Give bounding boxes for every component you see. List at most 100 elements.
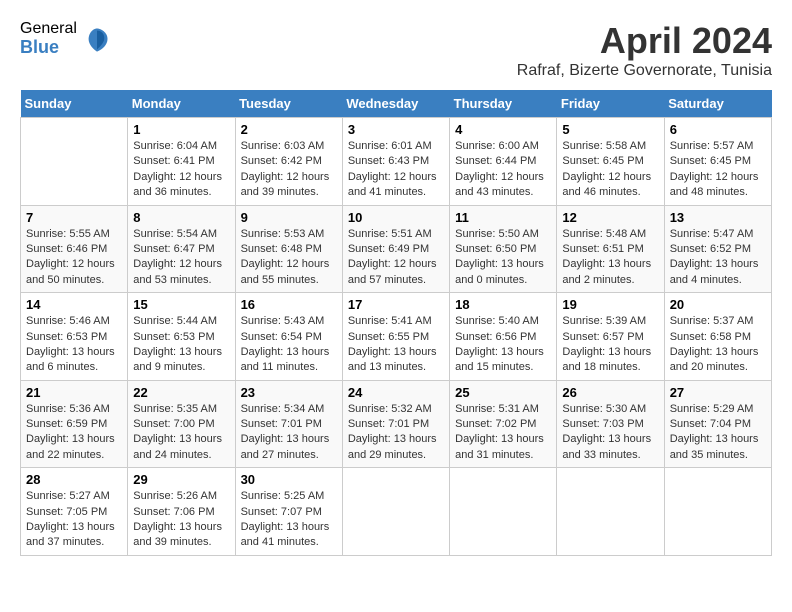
day-info: Daylight: 12 hours [348, 257, 444, 272]
day-info: and 13 minutes. [348, 360, 444, 375]
calendar-cell: 16Sunrise: 5:43 AMSunset: 6:54 PMDayligh… [235, 293, 342, 381]
header-day: Wednesday [342, 90, 449, 118]
day-number: 10 [348, 210, 444, 225]
day-info: Sunset: 7:04 PM [670, 417, 766, 432]
day-number: 14 [26, 297, 122, 312]
calendar-cell [450, 468, 557, 556]
day-info: Sunrise: 5:47 AM [670, 227, 766, 242]
calendar-cell: 7Sunrise: 5:55 AMSunset: 6:46 PMDaylight… [21, 205, 128, 293]
day-number: 8 [133, 210, 229, 225]
day-number: 5 [562, 122, 658, 137]
day-info: and 29 minutes. [348, 448, 444, 463]
calendar-cell: 24Sunrise: 5:32 AMSunset: 7:01 PMDayligh… [342, 380, 449, 468]
day-info: Sunrise: 5:43 AM [241, 314, 337, 329]
day-info: Daylight: 13 hours [26, 520, 122, 535]
day-info: and 11 minutes. [241, 360, 337, 375]
day-info: and 4 minutes. [670, 273, 766, 288]
day-info: Sunrise: 5:30 AM [562, 402, 658, 417]
day-info: Sunrise: 5:26 AM [133, 489, 229, 504]
day-number: 9 [241, 210, 337, 225]
day-info: Sunrise: 5:53 AM [241, 227, 337, 242]
day-info: Daylight: 13 hours [562, 257, 658, 272]
calendar-week-row: 7Sunrise: 5:55 AMSunset: 6:46 PMDaylight… [21, 205, 772, 293]
calendar-cell: 19Sunrise: 5:39 AMSunset: 6:57 PMDayligh… [557, 293, 664, 381]
day-number: 2 [241, 122, 337, 137]
day-number: 3 [348, 122, 444, 137]
day-info: Sunset: 6:51 PM [562, 242, 658, 257]
day-info: Sunrise: 5:46 AM [26, 314, 122, 329]
logo-bird-icon [83, 25, 111, 53]
day-info: Sunrise: 5:54 AM [133, 227, 229, 242]
calendar-cell: 18Sunrise: 5:40 AMSunset: 6:56 PMDayligh… [450, 293, 557, 381]
calendar-cell: 23 Sunrise: 5:34 AMSunset: 7:01 PMDayligh… [235, 380, 342, 468]
header-day: Monday [128, 90, 235, 118]
day-info: Sunset: 7:05 PM [26, 505, 122, 520]
day-info: Sunset: 6:46 PM [26, 242, 122, 257]
day-info: Daylight: 13 hours [133, 432, 229, 447]
day-info: Sunset: 6:48 PM [241, 242, 337, 257]
day-info: Sunrise: 5:44 AM [133, 314, 229, 329]
calendar-week-row: 28Sunrise: 5:27 AMSunset: 7:05 PMDayligh… [21, 468, 772, 556]
day-number: 15 [133, 297, 229, 312]
day-info: Sunrise: 5:50 AM [455, 227, 551, 242]
calendar-cell: 11Sunrise: 5:50 AMSunset: 6:50 PMDayligh… [450, 205, 557, 293]
day-info: Daylight: 13 hours [26, 345, 122, 360]
day-info: and 15 minutes. [455, 360, 551, 375]
day-info: and 36 minutes. [133, 185, 229, 200]
day-info: Sunset: 6:49 PM [348, 242, 444, 257]
day-info: Daylight: 13 hours [670, 345, 766, 360]
header-day: Friday [557, 90, 664, 118]
calendar-cell: 26Sunrise: 5:30 AMSunset: 7:03 PMDayligh… [557, 380, 664, 468]
logo: General Blue [20, 20, 111, 57]
day-info: Sunset: 6:56 PM [455, 330, 551, 345]
day-info: Sunset: 6:57 PM [562, 330, 658, 345]
day-number: 23 [241, 385, 337, 400]
header-day: Sunday [21, 90, 128, 118]
day-info: Sunrise: 5:29 AM [670, 402, 766, 417]
day-info: Sunrise: 5:37 AM [670, 314, 766, 329]
day-info: Sunset: 7:01 PM [348, 417, 444, 432]
calendar-cell: 20Sunrise: 5:37 AMSunset: 6:58 PMDayligh… [664, 293, 771, 381]
day-number: 26 [562, 385, 658, 400]
day-info: Sunrise: 5:34 AM [241, 402, 337, 417]
day-info: Sunrise: 5:39 AM [562, 314, 658, 329]
day-info: and 22 minutes. [26, 448, 122, 463]
day-info: Sunrise: 6:00 AM [455, 139, 551, 154]
logo-general: General [20, 20, 77, 38]
day-info: Daylight: 12 hours [562, 170, 658, 185]
day-info: and 41 minutes. [348, 185, 444, 200]
day-info: Daylight: 13 hours [455, 257, 551, 272]
day-info: Daylight: 12 hours [26, 257, 122, 272]
day-info: Sunrise: 5:41 AM [348, 314, 444, 329]
day-info: Daylight: 13 hours [670, 257, 766, 272]
day-info: and 9 minutes. [133, 360, 229, 375]
day-info: and 31 minutes. [455, 448, 551, 463]
day-number: 7 [26, 210, 122, 225]
day-info: Sunrise: 6:04 AM [133, 139, 229, 154]
calendar-cell: 12Sunrise: 5:48 AMSunset: 6:51 PMDayligh… [557, 205, 664, 293]
day-info: and 33 minutes. [562, 448, 658, 463]
calendar-cell [21, 118, 128, 206]
day-info: and 2 minutes. [562, 273, 658, 288]
day-info: and 24 minutes. [133, 448, 229, 463]
day-number: 28 [26, 472, 122, 487]
calendar-cell: 25Sunrise: 5:31 AMSunset: 7:02 PMDayligh… [450, 380, 557, 468]
day-info: and 35 minutes. [670, 448, 766, 463]
day-info: and 37 minutes. [26, 535, 122, 550]
day-info: Sunrise: 5:51 AM [348, 227, 444, 242]
day-info: Daylight: 13 hours [455, 345, 551, 360]
day-info: Sunset: 7:06 PM [133, 505, 229, 520]
day-info: and 41 minutes. [241, 535, 337, 550]
day-info: Sunrise: 5:25 AM [241, 489, 337, 504]
day-number: 25 [455, 385, 551, 400]
calendar-cell: 2Sunrise: 6:03 AMSunset: 6:42 PMDaylight… [235, 118, 342, 206]
day-info: Daylight: 13 hours [348, 432, 444, 447]
day-info: Daylight: 13 hours [241, 432, 337, 447]
day-info: and 39 minutes. [241, 185, 337, 200]
day-info: Sunset: 6:45 PM [670, 154, 766, 169]
header-day: Tuesday [235, 90, 342, 118]
calendar-cell: 22Sunrise: 5:35 AMSunset: 7:00 PMDayligh… [128, 380, 235, 468]
day-info: Sunset: 7:01 PM [241, 417, 337, 432]
day-info: Sunset: 6:52 PM [670, 242, 766, 257]
calendar-cell [342, 468, 449, 556]
